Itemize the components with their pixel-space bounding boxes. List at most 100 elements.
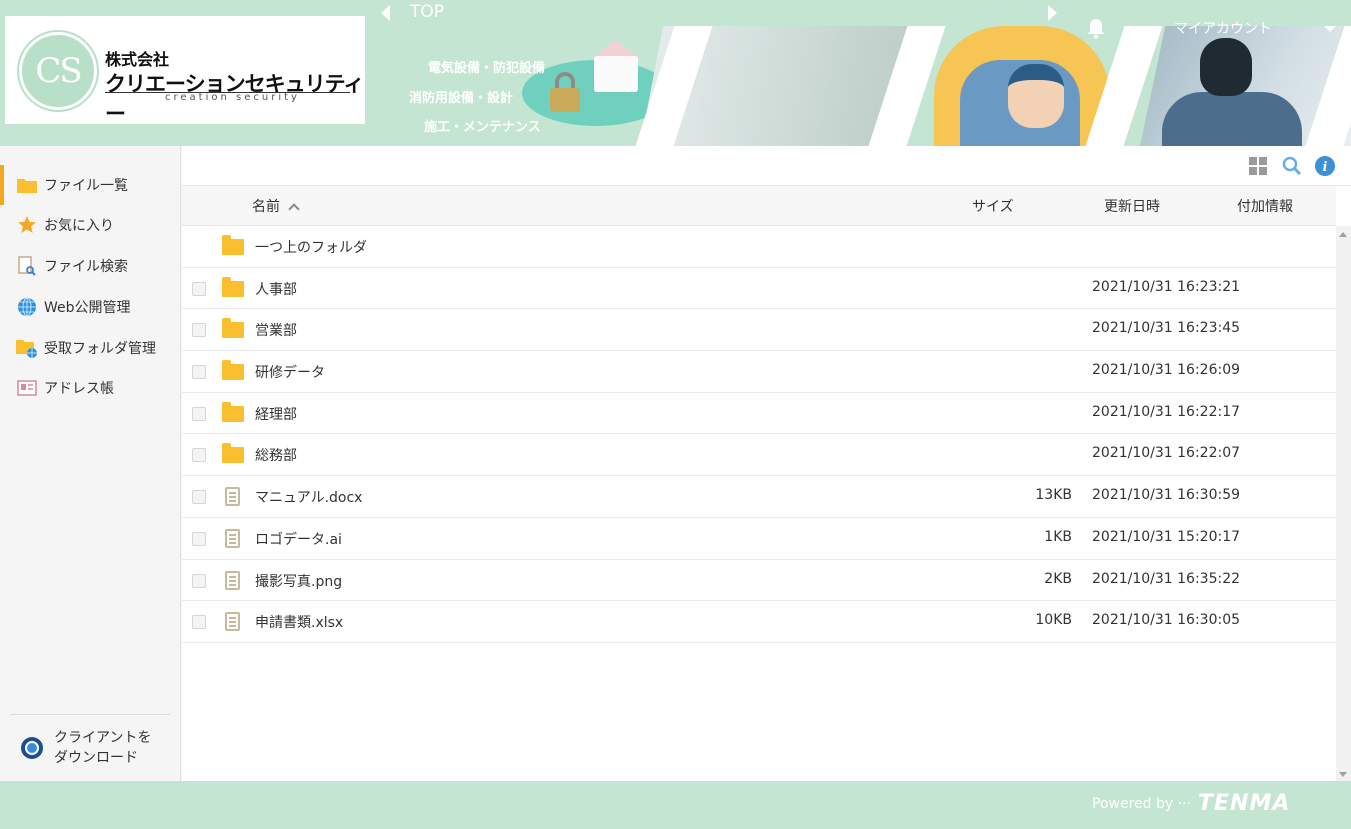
row-checkbox[interactable] <box>192 573 206 588</box>
file-name: マニュアル.docx <box>255 490 363 507</box>
file-modified: 2021/10/31 16:22:07 <box>1092 445 1241 462</box>
grid-view-icon[interactable] <box>1248 156 1268 176</box>
sidebar-item-web-publish[interactable]: Web公開管理 <box>0 287 180 327</box>
banner-worker-head <box>1200 38 1252 96</box>
sort-ascending-icon <box>288 203 300 215</box>
table-row[interactable]: 撮影写真.png 2KB 2021/10/31 16:35:22 <box>182 560 1336 602</box>
sidebar: ファイル一覧 お気に入り ファイル検索 Web公開管理 受取フォルダ管理 アドレ… <box>0 146 181 781</box>
row-checkbox[interactable] <box>192 323 206 338</box>
file-modified: 2021/10/31 16:23:21 <box>1092 278 1241 295</box>
download-client-label: クライアントを ダウンロード <box>54 728 151 768</box>
banner-worker-body <box>1162 92 1302 146</box>
table-row[interactable]: ロゴデータ.ai 1KB 2021/10/31 15:20:17 <box>182 518 1336 560</box>
folder-icon <box>222 360 244 381</box>
sidebar-item-receive-folder[interactable]: 受取フォルダ管理 <box>0 328 180 368</box>
column-header-modified[interactable]: 更新日時 <box>1104 196 1160 216</box>
table-row[interactable]: 申請書類.xlsx 10KB 2021/10/31 16:30:05 <box>182 601 1336 643</box>
table-header: 名前 サイズ 更新日時 付加情報 <box>182 186 1336 226</box>
folder-icon <box>222 235 244 255</box>
row-checkbox[interactable] <box>192 281 206 296</box>
file-modified: 2021/10/31 16:35:22 <box>1092 570 1241 587</box>
folder-globe-icon <box>16 337 38 359</box>
row-checkbox[interactable] <box>192 448 206 463</box>
row-checkbox[interactable] <box>192 531 206 546</box>
folder-icon <box>222 401 244 422</box>
parent-folder-row[interactable]: 一つ上のフォルダ <box>182 226 1336 268</box>
file-modified: 2021/10/31 15:20:17 <box>1092 528 1241 545</box>
folder-icon <box>222 318 244 339</box>
scroll-up-arrow-icon[interactable] <box>1339 232 1347 237</box>
file-name: 営業部 <box>255 323 297 340</box>
file-table-body: 一つ上のフォルダ 人事部 2021/10/31 16:23:21 営業部 2021/1… <box>182 226 1336 643</box>
folder-icon <box>16 174 38 196</box>
folder-icon <box>222 276 244 297</box>
info-icon[interactable]: i <box>1315 156 1335 176</box>
sidebar-item-label: お気に入り <box>44 218 114 234</box>
banner-next-arrow-icon[interactable] <box>1048 5 1057 21</box>
download-line-1: クライアントを <box>54 729 152 746</box>
footer: Powered by ··· TENMA <box>0 781 1351 829</box>
scroll-down-arrow-icon[interactable] <box>1339 772 1347 777</box>
table-row[interactable]: 総務部 2021/10/31 16:22:07 <box>182 434 1336 477</box>
file-size: 10KB <box>1035 612 1072 629</box>
search-icon[interactable] <box>1282 156 1302 176</box>
sidebar-item-address-book[interactable]: アドレス帳 <box>0 368 180 408</box>
table-row[interactable]: マニュアル.docx 13KB 2021/10/31 16:30:59 <box>182 476 1336 518</box>
column-header-size[interactable]: サイズ <box>972 196 1014 216</box>
file-name: 経理部 <box>255 406 297 423</box>
star-icon <box>16 214 38 236</box>
row-checkbox[interactable] <box>192 490 206 505</box>
bell-icon[interactable] <box>1086 17 1106 39</box>
vertical-scrollbar[interactable] <box>1336 226 1351 781</box>
document-icon <box>222 528 244 548</box>
table-row[interactable]: 経理部 2021/10/31 16:22:17 <box>182 393 1336 435</box>
company-logo[interactable]: CS 株式会社 クリエーションセキュリティー creation security <box>5 16 365 126</box>
sidebar-item-label: Web公開管理 <box>44 300 131 316</box>
banner-line-3: 施工・メンテナンス <box>424 120 541 135</box>
sidebar-item-favorites[interactable]: お気に入り <box>0 205 180 245</box>
document-icon <box>222 487 244 507</box>
file-size: 2KB <box>1044 570 1072 587</box>
banner-line-2: 消防用設備・設計 <box>409 91 514 106</box>
sidebar-item-file-list[interactable]: ファイル一覧 <box>0 165 180 205</box>
banner-prev-arrow-icon[interactable] <box>381 5 390 21</box>
file-name: 総務部 <box>255 448 297 465</box>
file-size: 13KB <box>1035 487 1072 504</box>
house-icon <box>594 56 638 92</box>
file-size: 1KB <box>1044 528 1072 545</box>
column-header-name[interactable]: 名前 <box>252 196 300 216</box>
table-row[interactable]: 営業部 2021/10/31 16:23:45 <box>182 309 1336 352</box>
chevron-down-icon[interactable] <box>1324 26 1336 32</box>
file-modified: 2021/10/31 16:23:45 <box>1092 320 1241 337</box>
table-row[interactable]: 人事部 2021/10/31 16:23:21 <box>182 268 1336 310</box>
row-checkbox[interactable] <box>192 615 206 630</box>
table-row[interactable]: 研修データ 2021/10/31 16:26:09 <box>182 351 1336 393</box>
powered-by-label: Powered by ··· <box>1092 796 1191 812</box>
file-modified: 2021/10/31 16:30:59 <box>1092 487 1241 504</box>
sidebar-item-label: アドレス帳 <box>44 381 114 397</box>
file-modified: 2021/10/31 16:26:09 <box>1092 362 1241 379</box>
tenma-logo: TENMA <box>1198 791 1291 816</box>
document-icon <box>222 570 244 590</box>
svg-text:i: i <box>1323 160 1328 175</box>
address-book-icon <box>16 377 38 399</box>
sidebar-item-file-search[interactable]: ファイル検索 <box>0 246 180 286</box>
folder-icon <box>222 443 244 464</box>
top-link[interactable]: TOP <box>410 2 444 22</box>
file-name: ロゴデータ.ai <box>255 531 342 548</box>
row-checkbox[interactable] <box>192 365 206 380</box>
my-account-menu[interactable]: マイアカウント <box>1174 18 1272 38</box>
sidebar-item-label: ファイル検索 <box>44 259 128 275</box>
sidebar-item-label: 受取フォルダ管理 <box>44 341 156 357</box>
column-header-extra[interactable]: 付加情報 <box>1237 196 1293 216</box>
parent-folder-label: 一つ上のフォルダ <box>255 240 367 256</box>
file-modified: 2021/10/31 16:22:17 <box>1092 403 1241 420</box>
file-name: 申請書類.xlsx <box>255 615 344 632</box>
row-checkbox[interactable] <box>192 406 206 421</box>
padlock-body <box>550 88 580 112</box>
download-client-button[interactable]: クライアントを ダウンロード <box>10 714 170 780</box>
banner-line-1: 電気設備・防犯設備 <box>428 61 546 76</box>
banner-illustration-face <box>1008 64 1064 128</box>
logo-company-prefix: 株式会社 <box>105 50 170 69</box>
file-search-icon <box>16 255 38 277</box>
